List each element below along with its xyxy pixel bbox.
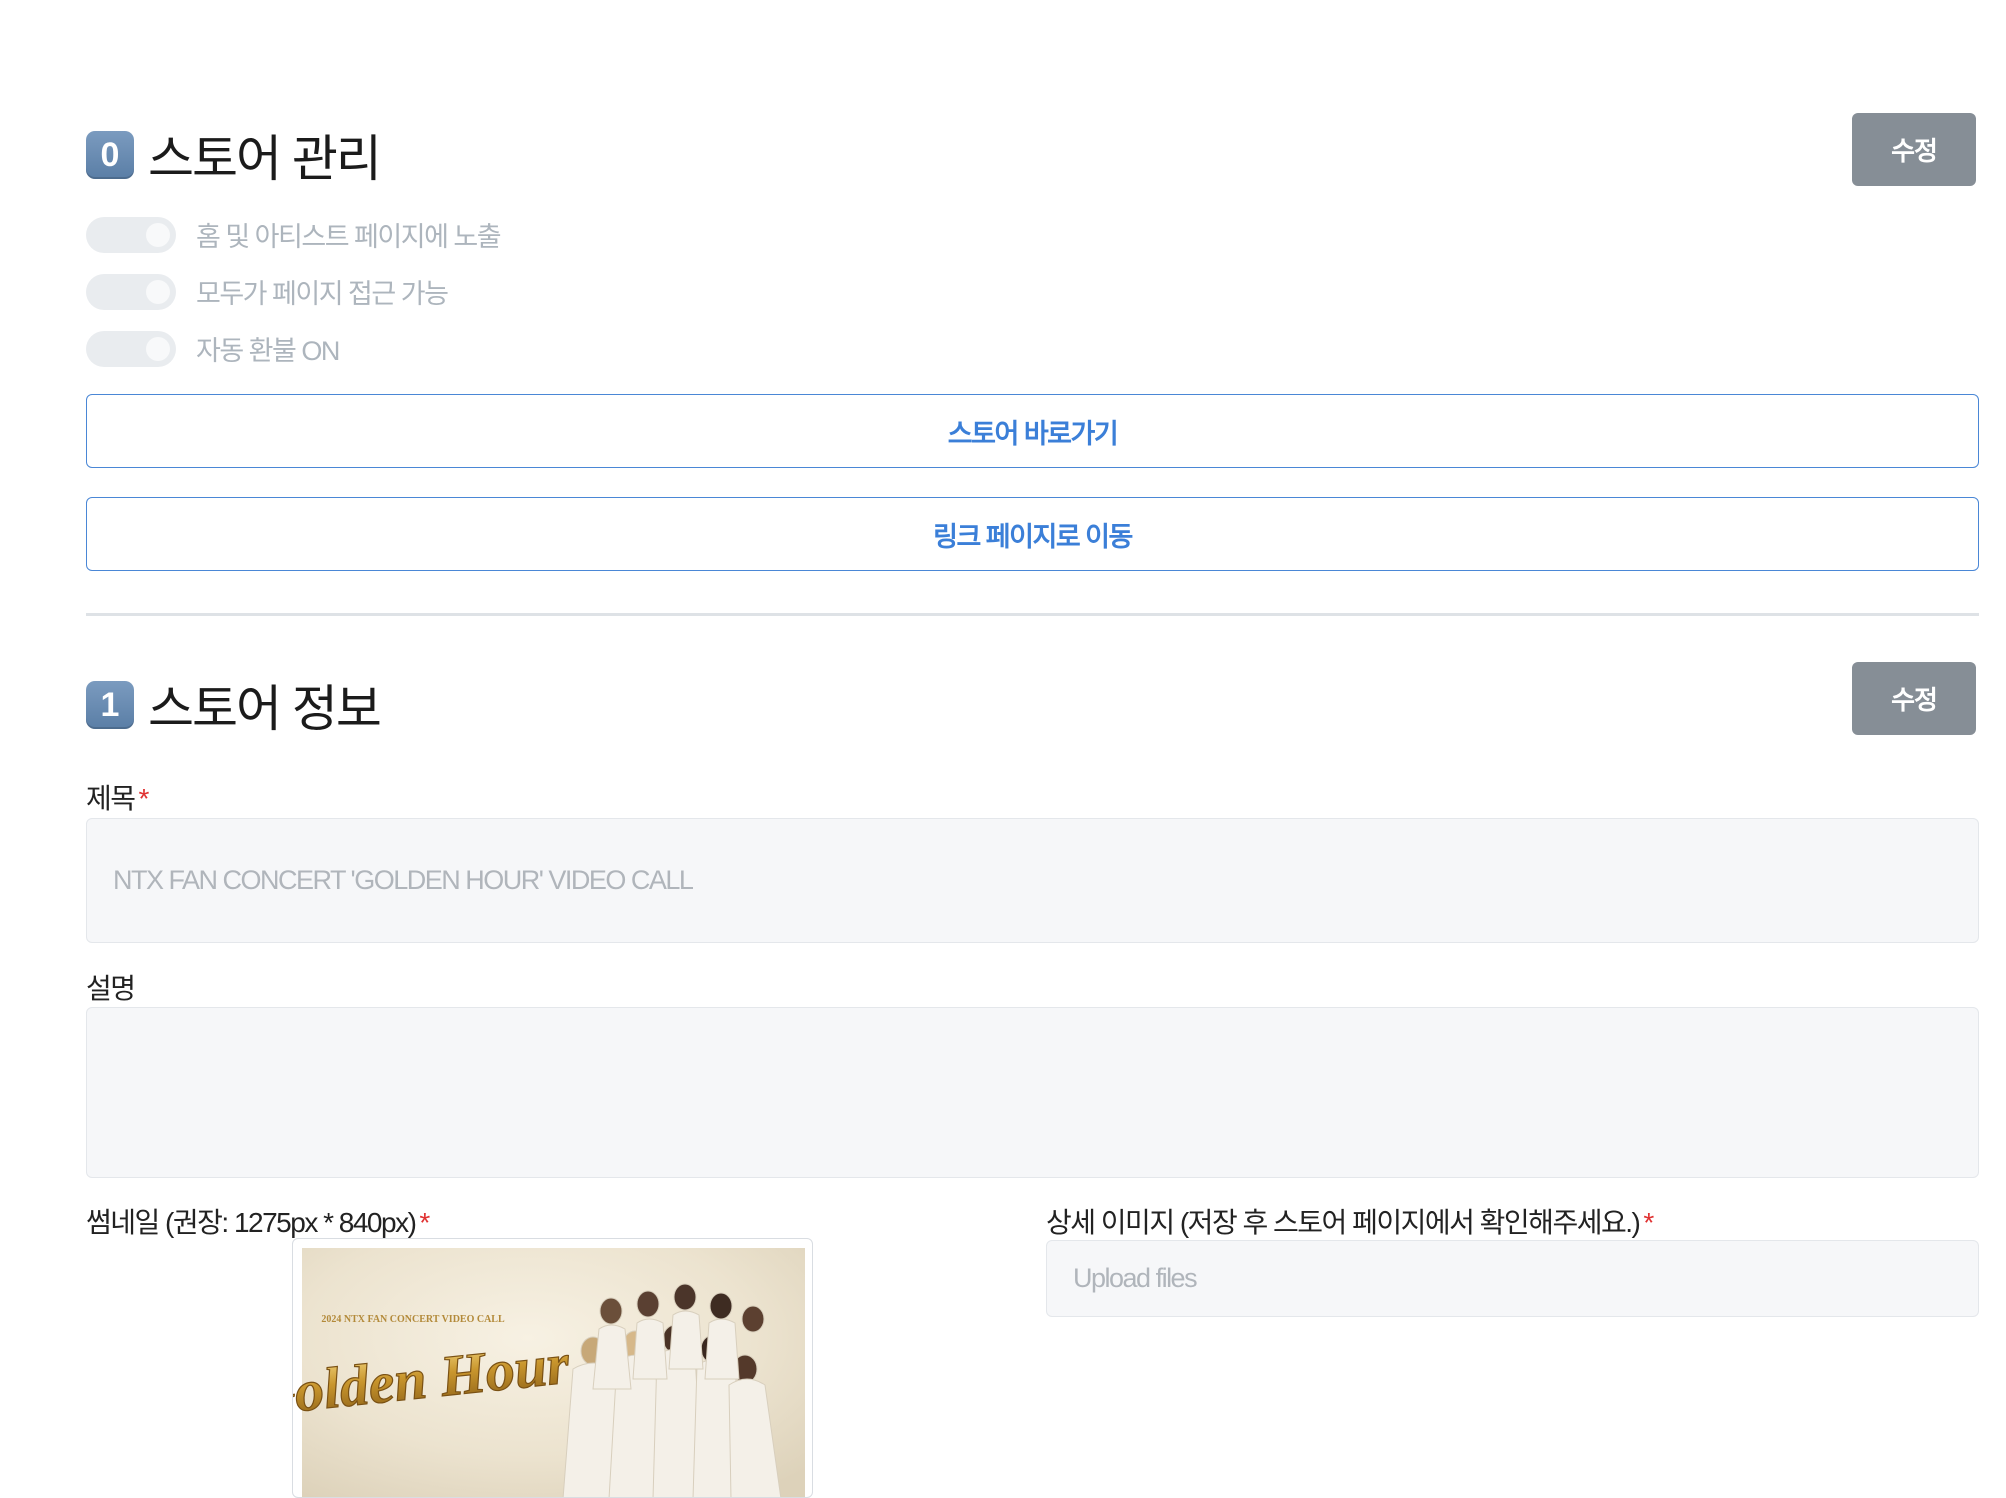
label-text: 제목	[86, 783, 136, 814]
label-text: 상세 이미지 (저장 후 스토어 페이지에서 확인해주세요.)	[1046, 1207, 1641, 1238]
label-text: 썸네일 (권장: 1275px * 840px)	[86, 1207, 417, 1238]
thumbnail-field-label: 썸네일 (권장: 1275px * 840px) *	[86, 1201, 430, 1241]
thumbnail-preview[interactable]: 2024 NTX FAN CONCERT VIDEO CALL Golden H…	[292, 1238, 813, 1498]
toggle-knob	[146, 279, 170, 304]
toggle-switch[interactable]	[86, 216, 176, 253]
required-mark: *	[138, 783, 150, 814]
go-to-link-page-button[interactable]: 링크 페이지로 이동	[86, 497, 1979, 571]
required-mark: *	[419, 1207, 430, 1238]
section-store-info-heading: 1 스토어 정보	[86, 669, 382, 741]
description-textarea[interactable]	[86, 1007, 1979, 1178]
toggle-knob	[146, 222, 170, 247]
toggle-row-expose: 홈 및 아티스트 페이지에 노출	[86, 215, 502, 254]
thumbnail-image: 2024 NTX FAN CONCERT VIDEO CALL Golden H…	[293, 1246, 807, 1497]
title-input[interactable]: NTX FAN CONCERT 'GOLDEN HOUR' VIDEO CALL	[86, 818, 1979, 943]
edit-button[interactable]: 수정	[1852, 113, 1976, 186]
upload-placeholder: Upload files	[1073, 1263, 1198, 1293]
edit-button[interactable]: 수정	[1852, 662, 1976, 735]
toggle-knob	[146, 336, 170, 361]
toggle-row-refund: 자동 환불 ON	[86, 329, 340, 368]
section-store-manage-heading: 0 스토어 관리	[86, 119, 382, 191]
title-input-value: NTX FAN CONCERT 'GOLDEN HOUR' VIDEO CALL	[113, 865, 694, 895]
toggle-row-access: 모두가 페이지 접근 가능	[86, 272, 449, 311]
toggle-label: 자동 환불 ON	[196, 336, 340, 366]
go-to-store-button[interactable]: 스토어 바로가기	[86, 394, 1979, 468]
thumbnail-top-text: 2024 NTX FAN CONCERT VIDEO CALL	[321, 1314, 505, 1325]
section-title: 스토어 정보	[148, 681, 382, 737]
detail-image-field-label: 상세 이미지 (저장 후 스토어 페이지에서 확인해주세요.) *	[1046, 1201, 1654, 1241]
description-field-label: 설명	[86, 973, 136, 1004]
title-field-label: 제목 *	[86, 777, 150, 817]
toggle-switch[interactable]	[86, 273, 176, 310]
section-divider	[86, 613, 1979, 616]
detail-image-upload-input[interactable]: Upload files	[1046, 1240, 1979, 1317]
toggle-label: 홈 및 아티스트 페이지에 노출	[196, 222, 502, 252]
toggle-switch[interactable]	[86, 330, 176, 367]
required-mark: *	[1643, 1207, 1654, 1238]
toggle-label: 모두가 페이지 접근 가능	[196, 279, 449, 309]
number-badge-icon: 0	[86, 131, 134, 179]
number-badge-icon: 1	[86, 681, 134, 729]
section-title: 스토어 관리	[148, 131, 382, 187]
